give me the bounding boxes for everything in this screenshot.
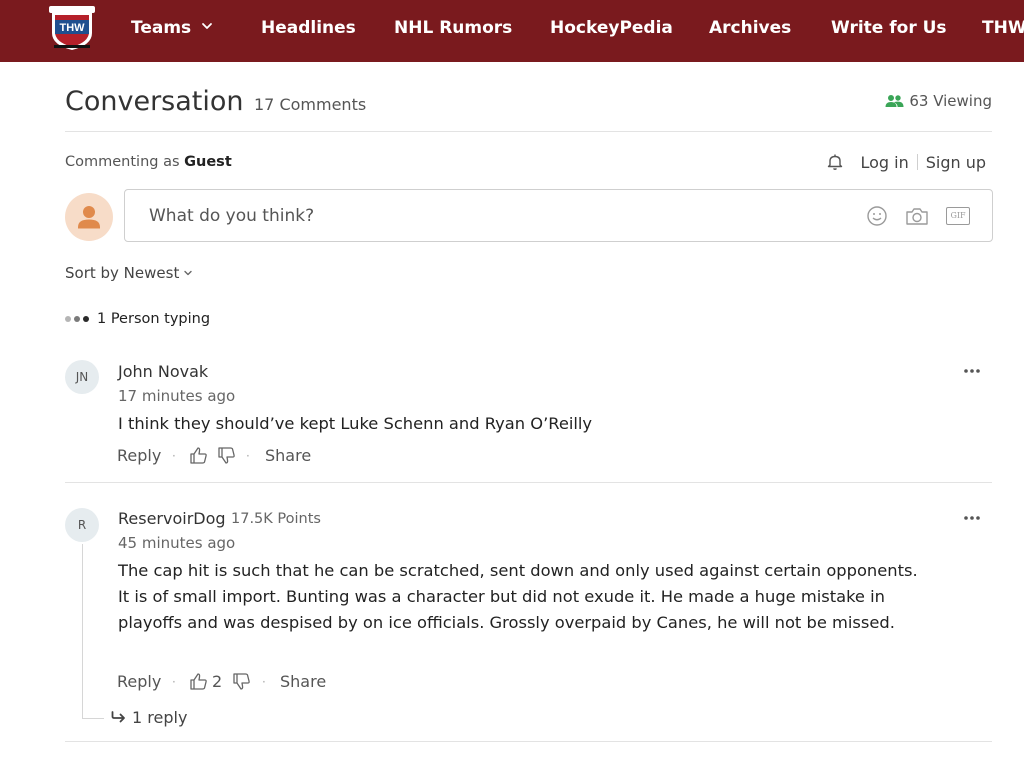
auth-links: Log in Sign up xyxy=(826,150,986,174)
smiley-icon[interactable] xyxy=(865,205,889,227)
comment-body: I think they should’ve kept Luke Schenn … xyxy=(118,414,593,433)
action-separator: · xyxy=(262,675,266,689)
share-button[interactable]: Share xyxy=(265,445,311,467)
author-points-badge: 17.5K Points xyxy=(231,511,321,527)
nav-item-teams[interactable]: Teams xyxy=(131,16,191,40)
signup-link[interactable]: Sign up xyxy=(926,153,986,172)
svg-text:THW: THW xyxy=(59,22,85,34)
viewing-label: 63 Viewing xyxy=(909,92,992,110)
thumbs-up-icon[interactable] xyxy=(189,446,208,465)
login-link[interactable]: Log in xyxy=(860,153,908,172)
comment-count: 17 Comments xyxy=(254,95,367,114)
camera-icon[interactable] xyxy=(905,205,929,227)
comment-author[interactable]: John Novak xyxy=(118,361,208,383)
thread-line xyxy=(82,544,83,718)
typing-label: 1 Person typing xyxy=(97,311,211,327)
nav-item-write-for-us[interactable]: Write for Us xyxy=(831,16,947,40)
ellipsis-icon[interactable] xyxy=(963,368,981,374)
thumbs-down-icon[interactable] xyxy=(232,672,251,691)
conversation-title: Conversation xyxy=(65,86,244,117)
thumbs-down-icon[interactable] xyxy=(217,446,236,465)
nav-item-nhl-rumors[interactable]: NHL Rumors xyxy=(394,16,512,40)
nav-item-hockeypedia[interactable]: HockeyPedia xyxy=(550,16,673,40)
thumbs-up-icon[interactable] xyxy=(189,672,208,691)
auth-separator xyxy=(916,154,918,170)
commenter-avatar[interactable]: R xyxy=(65,508,99,542)
nav-item-thw[interactable]: THW xyxy=(982,16,1024,40)
replies-label: 1 reply xyxy=(132,707,188,727)
thw-logo[interactable]: THW xyxy=(46,5,98,51)
chevron-down-icon[interactable] xyxy=(201,20,213,32)
ellipsis-icon[interactable] xyxy=(963,515,981,521)
bell-icon[interactable] xyxy=(826,153,844,171)
comment-composer[interactable]: GIF xyxy=(124,189,993,242)
comment-timestamp[interactable]: 17 minutes ago xyxy=(118,385,235,407)
divider xyxy=(65,741,992,742)
view-replies-link[interactable]: 1 reply xyxy=(111,706,187,728)
share-button[interactable]: Share xyxy=(280,671,326,693)
guest-avatar xyxy=(65,193,113,241)
action-separator: · xyxy=(246,449,250,463)
reply-button[interactable]: Reply xyxy=(117,445,161,467)
comment-author[interactable]: ReservoirDog xyxy=(118,508,226,530)
divider xyxy=(65,131,992,132)
user-icon xyxy=(78,206,100,229)
typing-indicator: 1 Person typing xyxy=(65,308,210,330)
gif-icon[interactable]: GIF xyxy=(946,207,970,225)
divider xyxy=(65,482,992,483)
sort-dropdown[interactable]: Sort by Newest xyxy=(65,262,193,284)
reply-arrow-icon xyxy=(111,711,125,723)
action-separator: · xyxy=(172,449,176,463)
viewing-count: 63 Viewing xyxy=(885,90,992,112)
thread-line xyxy=(82,718,104,719)
comment-body: The cap hit is such that he can be scrat… xyxy=(118,561,918,632)
upvote-count: 2 xyxy=(212,672,223,691)
typing-dots-icon xyxy=(65,316,89,322)
commenting-as-label: Commenting as xyxy=(65,154,180,170)
nav-item-archives[interactable]: Archives xyxy=(709,16,791,40)
nav-item-headlines[interactable]: Headlines xyxy=(261,16,356,40)
comment-input[interactable] xyxy=(149,204,749,228)
commenter-avatar[interactable]: JN xyxy=(65,360,99,394)
commenting-as: Commenting as Guest xyxy=(65,151,232,173)
chevron-down-icon xyxy=(184,270,193,276)
users-icon xyxy=(885,95,904,107)
top-navigation-bar: THW Teams Headlines NHL Rumors HockeyPed… xyxy=(0,0,1024,62)
reply-button[interactable]: Reply xyxy=(117,671,161,693)
action-separator: · xyxy=(172,675,176,689)
gif-icon-label: GIF xyxy=(950,211,966,220)
sort-label: Sort by Newest xyxy=(65,264,180,282)
comment-timestamp[interactable]: 45 minutes ago xyxy=(118,532,235,554)
commenting-as-name: Guest xyxy=(184,154,232,170)
